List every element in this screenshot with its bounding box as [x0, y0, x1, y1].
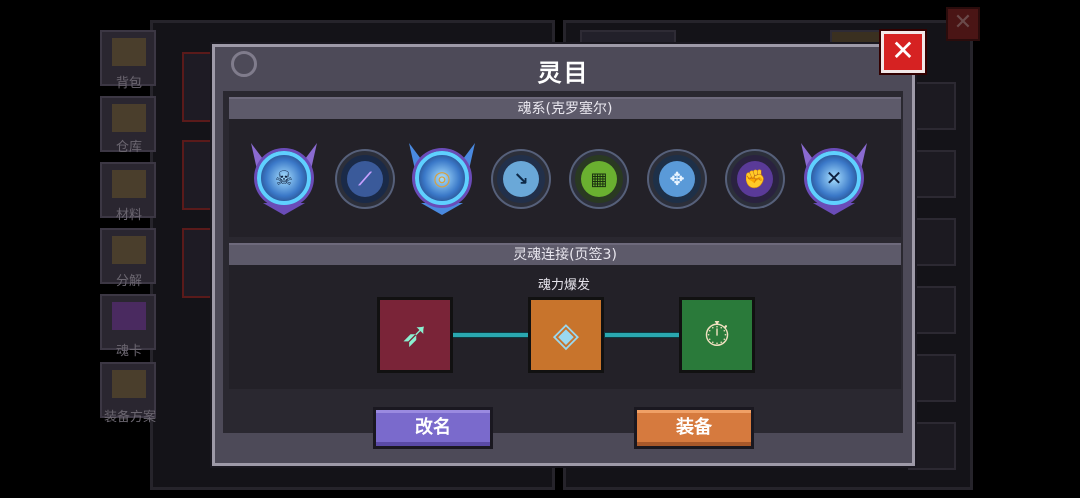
dialog-title: 灵目 [537, 59, 590, 87]
link-connector [453, 333, 529, 337]
background-card [182, 228, 212, 298]
chest-icon [112, 38, 146, 66]
storage-icon [112, 104, 146, 132]
skull-crest-icon[interactable]: ☠ [249, 143, 319, 215]
close-icon[interactable]: ✕ [881, 31, 925, 73]
sidebar-label: 分解 [115, 274, 142, 289]
rename-button[interactable]: 改名 [373, 407, 493, 449]
triple-arrows-icon[interactable]: ➶ [377, 297, 453, 373]
background-slot [908, 82, 956, 130]
spiral-crest-icon[interactable]: ◎ [407, 143, 477, 215]
anvil-icon [112, 236, 146, 264]
stopwatch-icon[interactable]: ⏱ [679, 297, 755, 373]
background-close-icon: ✕ [946, 7, 980, 41]
background-sidebar: 背包 仓库 材料 分解 魂卡 装备方案 [96, 22, 166, 442]
shovel-icon[interactable]: ↘ [493, 151, 549, 207]
sidebar-label: 背包 [115, 76, 142, 91]
sidebar-label: 魂卡 [115, 344, 142, 359]
background-slot [908, 150, 956, 198]
link-connector [605, 333, 681, 337]
shuriken-icon[interactable]: ✥ [649, 151, 705, 207]
background-slot [908, 422, 956, 470]
soul-card-icon [112, 302, 146, 330]
sidebar-label: 装备方案 [103, 410, 156, 425]
soul-eye-dialog: 灵目 魂系(克罗塞尔) ☠ ⟋ ◎ ↘ ▦ ✥ ✊ ✕ 灵魂连接(页签3) 魂力… [212, 44, 915, 466]
background-slot [908, 286, 956, 334]
blade-icon[interactable]: ⟋ [337, 151, 393, 207]
soul-section-header: 魂系(克罗塞尔) [229, 97, 901, 119]
rune-grid-icon[interactable]: ▦ [571, 151, 627, 207]
crossed-swords-crest-icon[interactable]: ✕ [799, 143, 869, 215]
soul-link-header: 灵魂连接(页签3) [229, 243, 901, 265]
crossed-swords-icon [112, 370, 146, 398]
link-caption: 魂力爆发 [537, 278, 590, 293]
background-card [182, 140, 212, 210]
crystal-shield-icon[interactable]: ◈ [528, 297, 604, 373]
background-slot [908, 218, 956, 266]
sidebar-label: 仓库 [115, 140, 142, 155]
sidebar-label: 材料 [115, 208, 142, 223]
fist-icon[interactable]: ✊ [727, 151, 783, 207]
equip-button[interactable]: 装备 [634, 407, 754, 449]
background-slot [908, 354, 956, 402]
background-card [182, 52, 212, 122]
materials-icon [112, 170, 146, 198]
